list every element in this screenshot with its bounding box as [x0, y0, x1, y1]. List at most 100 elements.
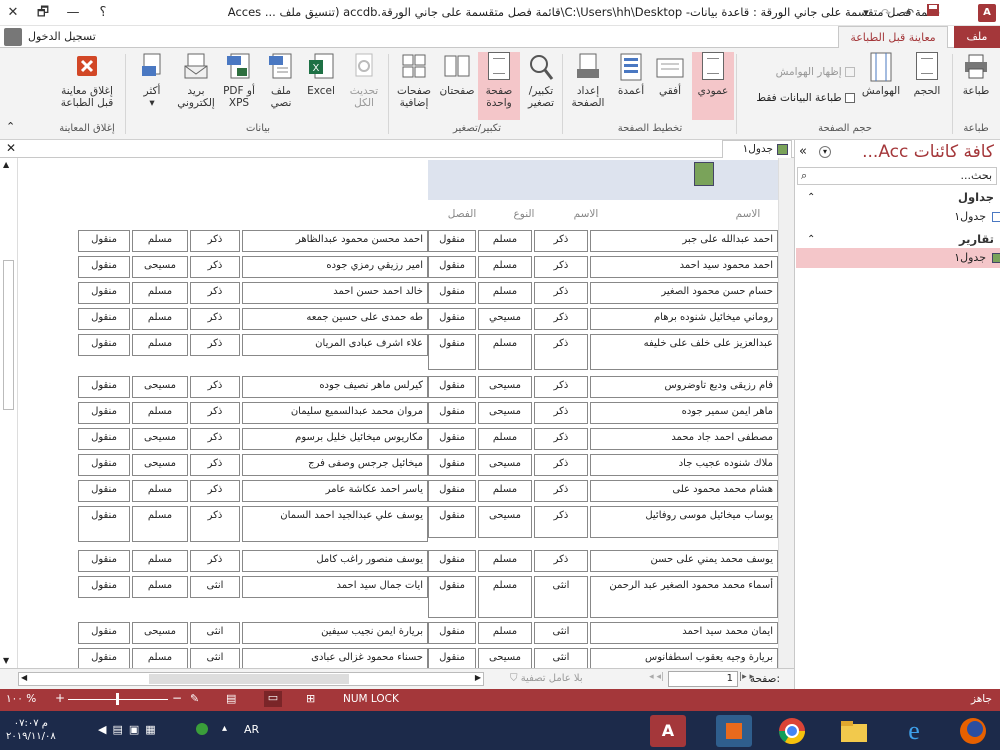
- scroll-right-icon[interactable]: ▶: [475, 673, 481, 682]
- undo-icon[interactable]: ↶: [898, 3, 920, 23]
- class-cell: منقول: [428, 402, 476, 424]
- class-cell: منقول: [428, 622, 476, 644]
- refresh-all-button[interactable]: تحديث الكل: [344, 52, 384, 120]
- export-text-file-button[interactable]: ملف نصي: [262, 52, 300, 120]
- page-number-input[interactable]: 1: [668, 671, 738, 687]
- scroll-thumb[interactable]: [149, 674, 349, 684]
- name-cell: احمد عبدالله على جبر: [590, 230, 778, 252]
- name-cell: بريارة وجيه يعقوب اسطفانوس: [590, 648, 778, 668]
- class-cell: منقول: [78, 230, 130, 252]
- close-print-preview-button[interactable]: إغلاق معاينة قبل الطباعة: [52, 52, 122, 120]
- gender-cell: ذكر: [190, 376, 240, 398]
- collapse-ribbon-icon[interactable]: ⌃: [6, 120, 15, 133]
- margins-button[interactable]: الهوامش: [858, 52, 904, 120]
- show-hidden-icons[interactable]: ▴: [222, 723, 227, 734]
- nav-group-tables[interactable]: جداول: [958, 190, 994, 204]
- vertical-scrollbar[interactable]: ▲ ▼: [0, 158, 18, 668]
- taskbar-ie-icon[interactable]: e: [896, 715, 932, 747]
- nav-pane-title[interactable]: كافة كائنات Acc...: [862, 142, 994, 162]
- columns-button[interactable]: أعمدة: [612, 52, 650, 120]
- access-app-icon[interactable]: A: [978, 4, 996, 22]
- gender-cell: انثى: [534, 648, 588, 668]
- portrait-button[interactable]: عمودي: [692, 52, 734, 120]
- zoom-out-icon[interactable]: −: [172, 691, 182, 705]
- save-icon[interactable]: [922, 3, 944, 23]
- restore-window-button[interactable]: 🗗: [32, 3, 54, 23]
- scroll-down-icon[interactable]: ▼: [3, 656, 9, 665]
- email-icon: [182, 52, 210, 82]
- name-cell: ياسر احمد عكاشة عامر: [242, 480, 428, 502]
- nav-search-input[interactable]: بحث...: [797, 167, 997, 185]
- email-button[interactable]: بريد إلكتروني: [175, 52, 217, 120]
- landscape-button[interactable]: أفقي: [650, 52, 690, 120]
- minimize-window-button[interactable]: —: [62, 3, 84, 23]
- print-data-only-checkbox[interactable]: طباعة البيانات فقط: [740, 92, 855, 106]
- design-view-icon[interactable]: ✎: [190, 692, 199, 705]
- input-language[interactable]: AR: [244, 723, 259, 736]
- group-collapse-icon[interactable]: ⌃: [807, 234, 815, 245]
- taskbar-access-icon[interactable]: A: [650, 715, 686, 747]
- help-button[interactable]: ؟: [92, 3, 114, 23]
- horizontal-scrollbar[interactable]: ◀ ▶: [18, 672, 484, 686]
- name-cell: روماني ميخائيل شنوده برهام: [590, 308, 778, 330]
- magnifier-icon: [527, 52, 555, 82]
- scroll-thumb[interactable]: [3, 260, 14, 410]
- print-button[interactable]: طباعة: [955, 52, 997, 120]
- scroll-left-icon[interactable]: ◀: [21, 673, 27, 682]
- taskbar-explorer-icon[interactable]: [836, 715, 872, 747]
- close-document-button[interactable]: ✕: [6, 141, 16, 155]
- more-export-button[interactable]: أكثر ▾: [133, 52, 171, 120]
- size-button[interactable]: الحجم: [905, 52, 949, 120]
- redo-icon[interactable]: ↷: [875, 3, 897, 23]
- tab-file[interactable]: ملف: [954, 26, 1000, 48]
- zoom-button[interactable]: تكبير/تصغير: [521, 52, 561, 120]
- report-logo-icon: [694, 162, 714, 186]
- export-pdf-xps-button[interactable]: PDF أو XPS: [218, 52, 260, 120]
- document-tab[interactable]: جدول١: [722, 140, 792, 158]
- filter-indicator[interactable]: ⛉ بلا عامل تصفية: [510, 673, 583, 684]
- taskbar-firefox-icon[interactable]: [955, 715, 991, 747]
- page-nav-next-last-icons[interactable]: |▸ ▸: [739, 672, 754, 682]
- zoom-slider-thumb[interactable]: [116, 693, 119, 705]
- group-label-print: طباعة: [963, 123, 989, 134]
- close-window-button[interactable]: ✕: [2, 3, 24, 23]
- gender-cell: انثى: [190, 648, 240, 668]
- layout-view-icon[interactable]: ⊞: [306, 692, 315, 705]
- more-pages-button[interactable]: صفحات إضافية: [392, 52, 436, 120]
- zoom-in-icon[interactable]: +: [55, 691, 65, 705]
- name-cell: امير رزيقي رمزي جوده: [242, 256, 428, 278]
- print-preview-view-icon[interactable]: ▭: [264, 691, 282, 707]
- page-nav-first-prev-icons[interactable]: ◂ ◂|: [649, 672, 664, 682]
- page-setup-button[interactable]: إعداد الصفحة: [566, 52, 610, 120]
- export-excel-button[interactable]: X Excel: [302, 52, 340, 120]
- class-cell: منقول: [78, 376, 130, 398]
- scroll-up-icon[interactable]: ▲: [3, 160, 9, 169]
- group-collapse-icon[interactable]: ⌃: [807, 192, 815, 203]
- column-header-name: الاسم: [735, 208, 761, 220]
- class-cell: منقول: [78, 454, 130, 476]
- sign-in-link[interactable]: تسجيل الدخول: [28, 30, 96, 43]
- nav-menu-chevron-icon[interactable]: ▾: [819, 146, 831, 158]
- report-view-icon[interactable]: ▤: [226, 692, 236, 705]
- nav-group-reports[interactable]: تقارير: [959, 232, 994, 246]
- tray-icons[interactable]: ◀▤▣▦: [98, 723, 162, 736]
- clock[interactable]: م ٠٧:٠٧ ٢٠١٩/١١/٠٨: [6, 717, 56, 743]
- columns-icon: [617, 52, 645, 82]
- tray-app-icon[interactable]: [196, 723, 208, 735]
- group-label-close-preview: إغلاق المعاينة: [59, 123, 115, 134]
- name-cell: مروان محمد عبدالسميع سليمان: [242, 402, 428, 424]
- gender-cell: ذكر: [190, 256, 240, 278]
- name-cell: مكاريوس ميخائيل خليل برسوم: [242, 428, 428, 450]
- two-pages-button[interactable]: صفحتان: [436, 52, 478, 120]
- column-header-name2: الاسم: [573, 208, 599, 220]
- taskbar-media-icon[interactable]: [716, 715, 752, 747]
- collapse-nav-icon[interactable]: «: [799, 144, 807, 159]
- nav-item-table[interactable]: جدول١: [796, 207, 1000, 227]
- one-page-button[interactable]: صفحة واحدة: [478, 52, 520, 120]
- user-avatar-icon[interactable]: [4, 28, 22, 46]
- nav-item-report[interactable]: جدول١: [796, 248, 1000, 268]
- customize-qat-icon[interactable]: ▾: [855, 3, 877, 23]
- tab-print-preview[interactable]: معاينة قبل الطباعة: [838, 26, 948, 49]
- taskbar-chrome-icon[interactable]: [774, 715, 810, 747]
- show-margins-checkbox[interactable]: إظهار الهوامش: [740, 66, 855, 80]
